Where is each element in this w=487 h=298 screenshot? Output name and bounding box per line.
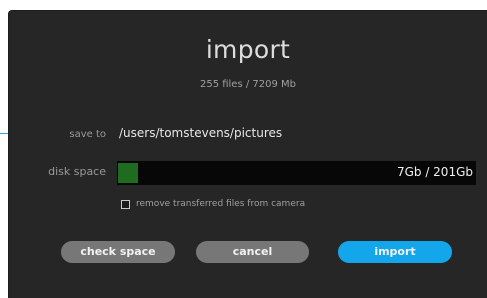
save-path-value[interactable]: /users/tomstevens/pictures: [119, 126, 282, 140]
import-dialog: import 255 files / 7209 Mb save to /user…: [8, 10, 487, 298]
remove-files-checkbox[interactable]: [121, 199, 130, 209]
import-button[interactable]: import: [338, 241, 452, 263]
screen: import 255 files / 7209 Mb save to /user…: [0, 0, 487, 298]
import-summary: 255 files / 7209 Mb: [199, 79, 297, 90]
remove-files-option[interactable]: remove transferred files from camera: [121, 199, 305, 209]
disk-space-usage-text: 7Gb / 201Gb: [396, 165, 473, 179]
disk-space-bar: 7Gb / 201Gb: [117, 161, 476, 185]
check-space-button[interactable]: check space: [61, 241, 175, 263]
save-to-label: save to: [69, 129, 106, 140]
dialog-title: import: [205, 35, 291, 64]
cancel-button[interactable]: cancel: [196, 241, 309, 263]
disk-space-used-fill: [118, 163, 138, 183]
disk-space-label: disk space: [48, 165, 106, 178]
remove-files-label: remove transferred files from camera: [136, 199, 306, 209]
